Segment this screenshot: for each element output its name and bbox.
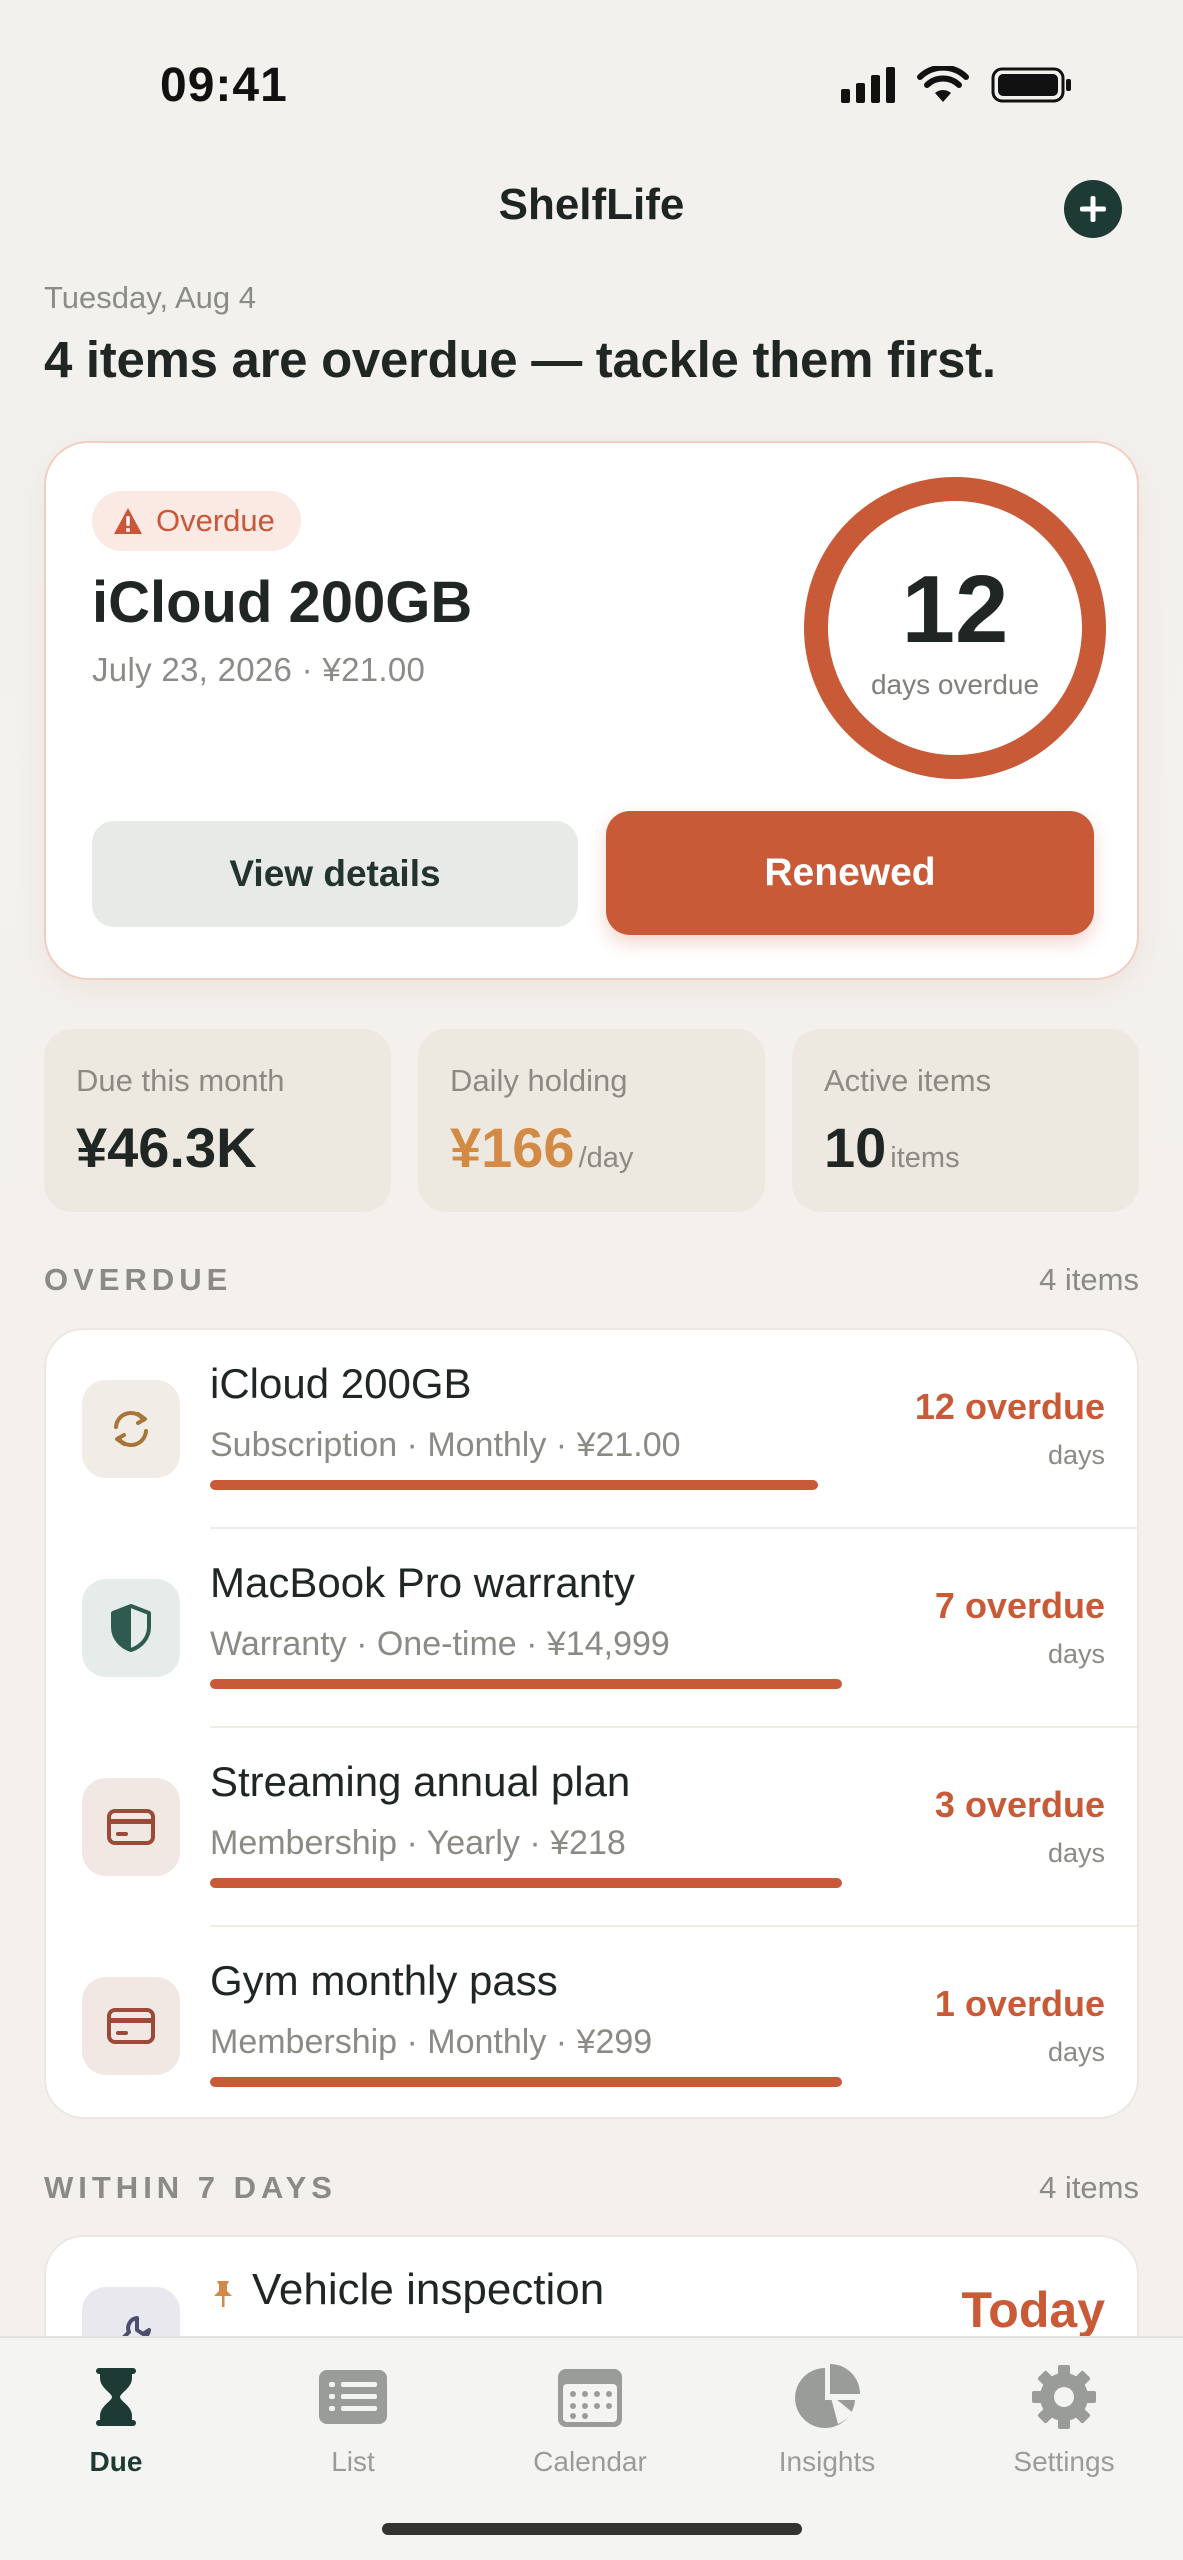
tab-calendar[interactable]: Calendar bbox=[490, 2360, 690, 2478]
tab-label: Calendar bbox=[533, 2446, 647, 2477]
wifi-icon bbox=[917, 66, 969, 102]
stat-label: Active items bbox=[824, 1063, 992, 1098]
overdue-list: iCloud 200GB Subscription · Monthly · ¥2… bbox=[44, 1328, 1139, 2119]
tab-due[interactable]: Due bbox=[16, 2360, 216, 2478]
cellular-signal-icon bbox=[841, 67, 895, 103]
item-title: MacBook Pro warranty bbox=[210, 1559, 635, 1606]
stat-label: Daily holding bbox=[450, 1063, 628, 1098]
item-title: iCloud 200GB bbox=[210, 1360, 472, 1407]
hero-subtitle: July 23, 2026 · ¥21.00 bbox=[92, 651, 426, 688]
item-status: 7 overdue bbox=[934, 1585, 1105, 1626]
item-meta: Warranty · One-time · ¥14,999 bbox=[210, 1625, 670, 1663]
item-meta: Subscription · Monthly · ¥21.00 bbox=[210, 1426, 681, 1464]
pin-icon bbox=[214, 2281, 232, 2307]
item-status: 1 overdue bbox=[934, 1983, 1105, 2024]
ring-caption: days overdue bbox=[870, 669, 1040, 700]
tab-label: Due bbox=[89, 2446, 143, 2477]
stat-value: ¥46.3K bbox=[76, 1115, 257, 1180]
home-indicator[interactable] bbox=[382, 2523, 802, 2535]
item-status: 12 overdue bbox=[914, 1386, 1105, 1427]
tab-list[interactable]: List bbox=[253, 2360, 453, 2478]
stat-due-this-month: Due this month ¥46.3K bbox=[44, 1029, 391, 1212]
item-unit: days bbox=[1047, 1639, 1105, 1669]
progress-bar bbox=[210, 1480, 818, 1490]
tab-label: Insights bbox=[778, 2446, 876, 2477]
stat-number: ¥166 bbox=[450, 1116, 575, 1179]
item-unit: days bbox=[1047, 2037, 1105, 2067]
list-item[interactable]: Streaming annual plan Membership · Yearl… bbox=[46, 1728, 1137, 1927]
tab-settings[interactable]: Settings bbox=[964, 2360, 1164, 2478]
progress-bar bbox=[210, 1878, 842, 1888]
section-count-overdue: 4 items bbox=[1039, 1262, 1139, 1297]
hero-card[interactable]: Overdue iCloud 200GB July 23, 2026 · ¥21… bbox=[44, 441, 1139, 980]
headline: 4 items are overdue — tackle them first. bbox=[44, 331, 996, 388]
renew-icon bbox=[82, 1380, 180, 1478]
stat-number: ¥46.3K bbox=[76, 1116, 257, 1179]
status-bar: 09:41 bbox=[0, 0, 1183, 150]
hero-title: iCloud 200GB bbox=[92, 570, 473, 635]
tab-label: List bbox=[331, 2446, 375, 2477]
warning-icon bbox=[114, 508, 142, 534]
item-unit: days bbox=[1047, 1838, 1105, 1868]
item-meta: Membership · Monthly · ¥299 bbox=[210, 2023, 653, 2061]
item-title: Gym monthly pass bbox=[210, 1957, 558, 2004]
item-title: Vehicle inspection bbox=[252, 2265, 605, 2314]
progress-bar bbox=[210, 2077, 842, 2087]
hourglass-icon bbox=[96, 2368, 136, 2426]
app-title: ShelfLife bbox=[498, 180, 685, 229]
card-icon bbox=[82, 1977, 180, 2075]
stat-value: ¥166/day bbox=[450, 1115, 633, 1180]
plus-icon bbox=[1080, 196, 1106, 222]
ring-value: 12 bbox=[901, 556, 1009, 663]
pie-chart-icon bbox=[795, 2364, 860, 2428]
list-icon bbox=[319, 2370, 387, 2424]
date-label: Tuesday, Aug 4 bbox=[44, 280, 256, 315]
item-status: Today bbox=[961, 2282, 1105, 2338]
card-icon bbox=[82, 1778, 180, 1876]
stat-unit: /day bbox=[578, 1142, 634, 1174]
item-unit: days bbox=[1047, 1440, 1105, 1470]
stat-value: 10 items bbox=[824, 1115, 960, 1180]
list-item[interactable]: iCloud 200GB Subscription · Monthly · ¥2… bbox=[46, 1330, 1137, 1529]
tab-label: Settings bbox=[1013, 2446, 1115, 2477]
item-status: 3 overdue bbox=[934, 1784, 1105, 1825]
stat-number: 10 bbox=[824, 1116, 887, 1179]
renewed-button[interactable]: Renewed bbox=[606, 811, 1094, 935]
view-details-button[interactable]: View details bbox=[92, 821, 578, 927]
section-title-within-7-days: WITHIN 7 DAYS bbox=[44, 2170, 337, 2205]
list-item[interactable]: Gym monthly pass Membership · Monthly · … bbox=[46, 1927, 1137, 2117]
list-item[interactable]: MacBook Pro warranty Warranty · One-time… bbox=[46, 1529, 1137, 1728]
stat-active-items: Active items 10 items bbox=[792, 1029, 1139, 1212]
overdue-badge: Overdue bbox=[92, 491, 301, 551]
stat-daily-holding: Daily holding ¥166/day bbox=[418, 1029, 765, 1212]
tab-insights[interactable]: Insights bbox=[727, 2360, 927, 2478]
item-meta: Membership · Yearly · ¥218 bbox=[210, 1824, 626, 1862]
overdue-badge-label: Overdue bbox=[156, 503, 275, 538]
status-icons bbox=[841, 66, 1073, 104]
progress-bar bbox=[210, 1679, 842, 1689]
battery-icon bbox=[991, 67, 1071, 103]
status-time: 09:41 bbox=[160, 59, 288, 112]
add-item-button[interactable] bbox=[1064, 180, 1122, 238]
screen: 09:41 ShelfLife Tuesday, Aug 4 4 items a… bbox=[0, 0, 1183, 2560]
stat-unit: items bbox=[890, 1142, 960, 1174]
item-title: Streaming annual plan bbox=[210, 1758, 631, 1805]
section-title-overdue: OVERDUE bbox=[44, 1262, 233, 1297]
section-count-within-7-days: 4 items bbox=[1039, 2170, 1139, 2205]
stat-label: Due this month bbox=[76, 1063, 285, 1098]
gear-icon bbox=[1032, 2365, 1096, 2429]
calendar-icon bbox=[558, 2369, 622, 2427]
shield-icon bbox=[82, 1579, 180, 1677]
